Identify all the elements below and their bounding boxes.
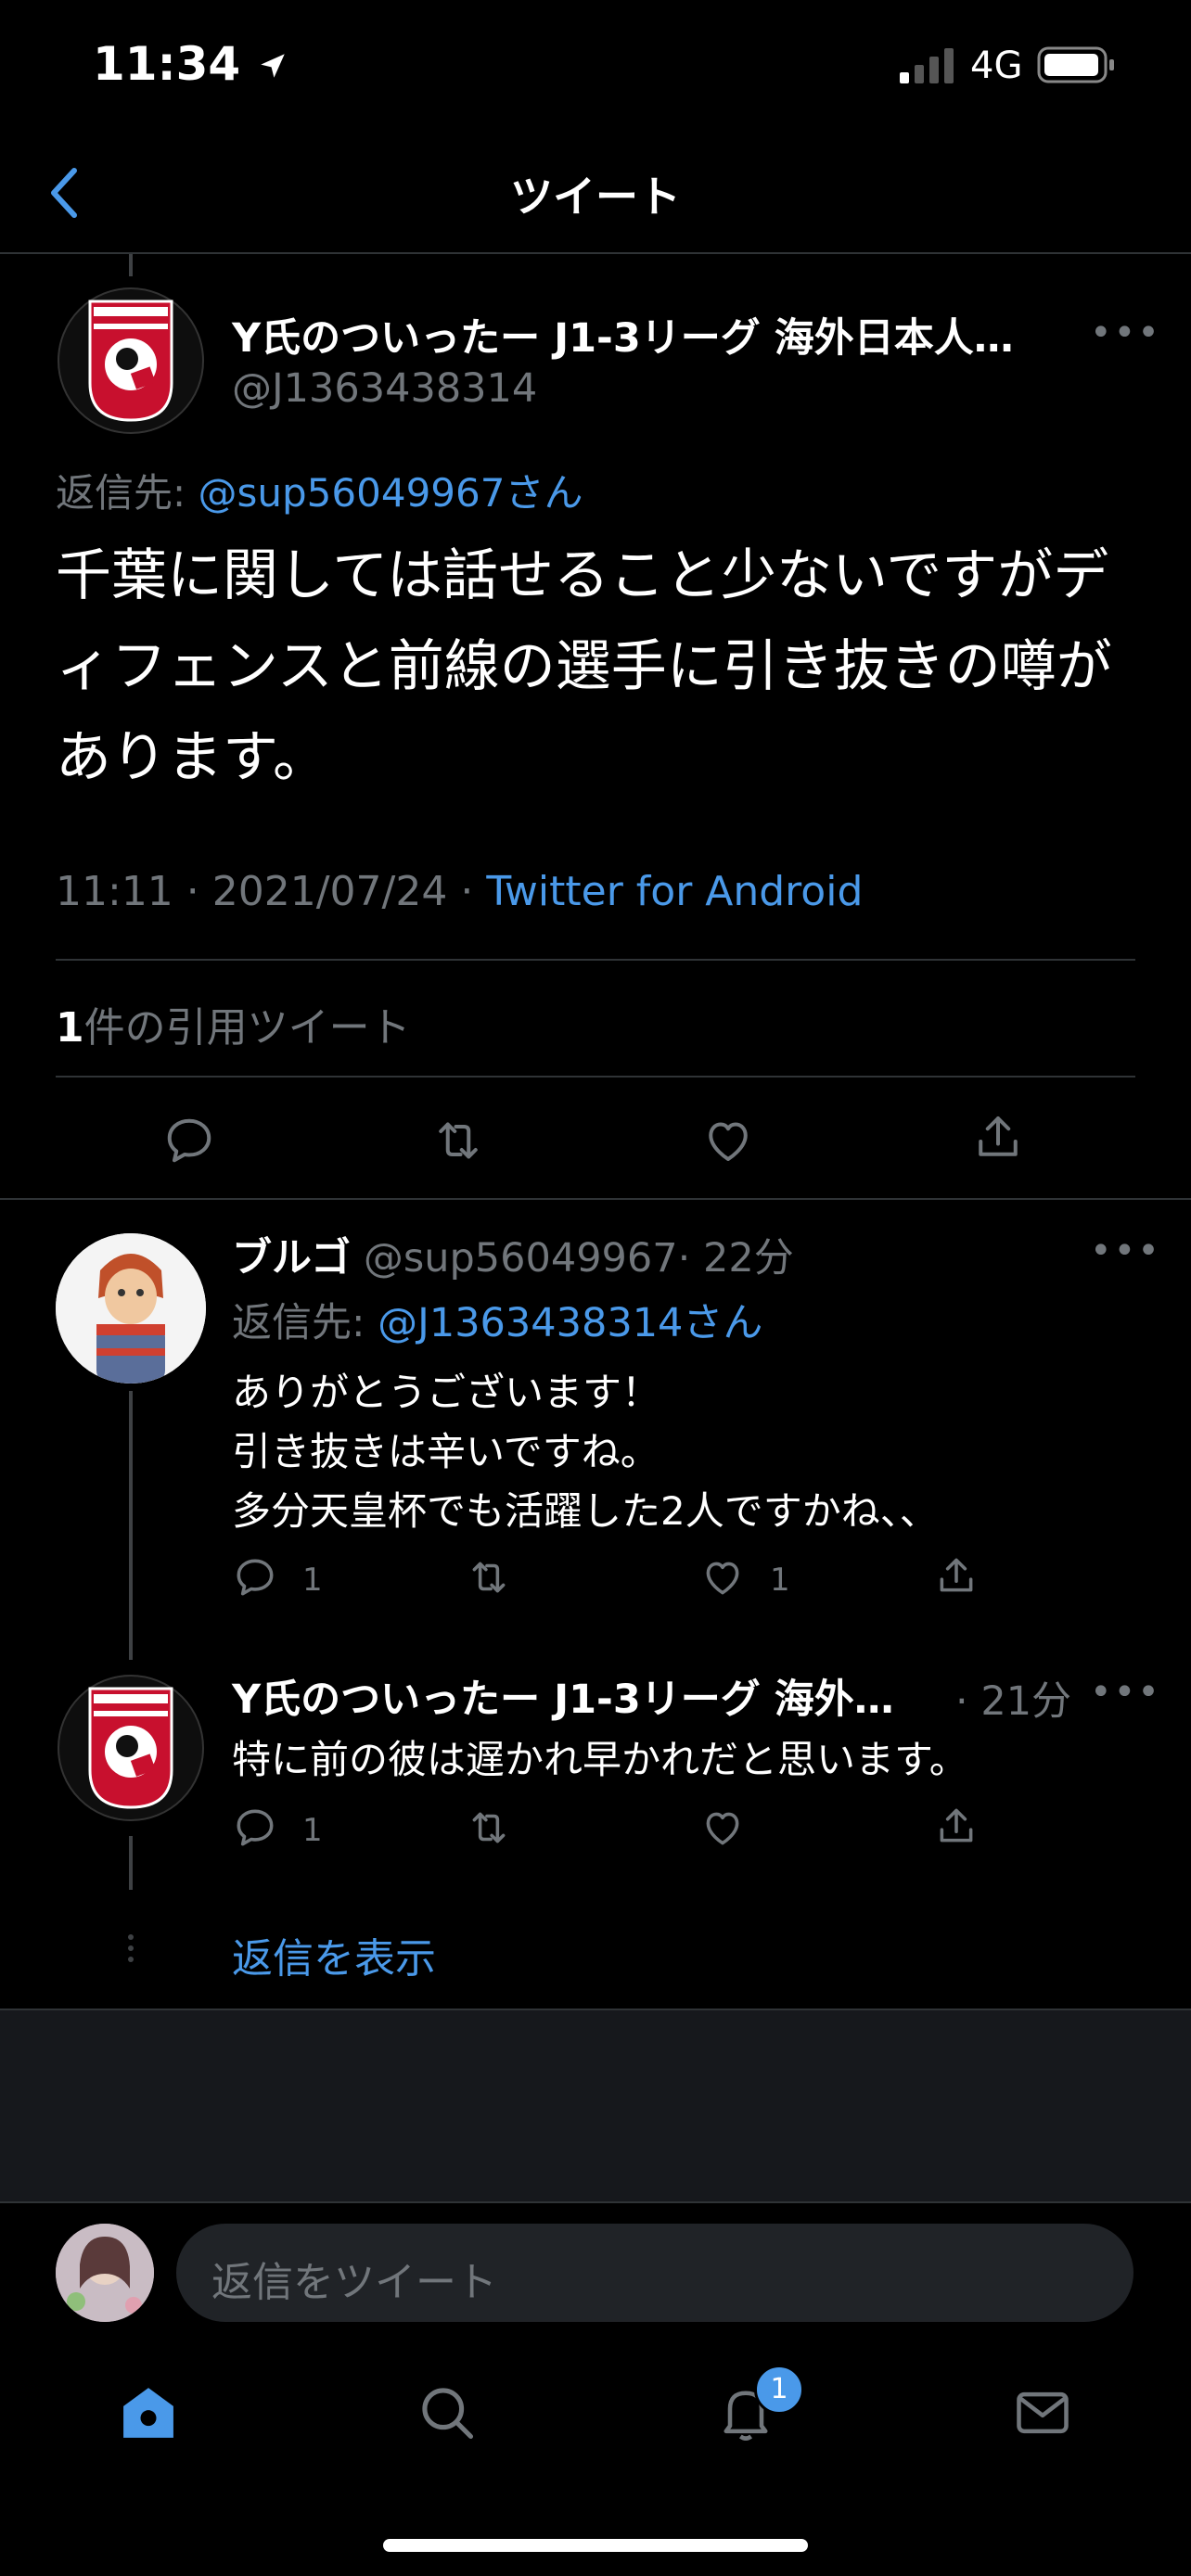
reply-text: 特に前の彼は遅かれ早かれだと思います。	[232, 1737, 968, 1782]
avatar[interactable]	[56, 1233, 206, 1384]
doll-avatar-icon	[56, 1233, 206, 1384]
jleague-logo-icon	[88, 300, 173, 422]
tweet-source-link[interactable]: Twitter for Android	[486, 868, 863, 915]
share-icon[interactable]	[933, 1552, 980, 1599]
like-count: 1	[770, 1562, 790, 1599]
messages-envelope-icon[interactable]	[1011, 2381, 1074, 2444]
avatar[interactable]	[58, 287, 204, 434]
home-icon[interactable]	[117, 2381, 180, 2444]
reply-header: ブルゴ @sup56049967· 22分	[232, 1226, 794, 1283]
location-arrow-icon	[260, 54, 285, 78]
empty-area	[0, 2010, 1191, 2201]
reply-to-handle-link[interactable]: @J1363438314さん	[378, 1300, 762, 1346]
tweet-text: 千葉に関しては話せること少ないですがディフェンスと前線の選手に引き抜きの噂があり…	[56, 543, 1112, 790]
header-divider	[0, 252, 1191, 254]
home-indicator	[383, 2539, 808, 2552]
author-name[interactable]: Y氏のついったー J1-3リーグ 海外日本人…	[232, 306, 1014, 363]
thread-line	[129, 254, 133, 276]
author-handle[interactable]: @J1363438314	[232, 365, 537, 412]
share-icon[interactable]	[970, 1109, 1026, 1165]
quote-tweets-link[interactable]: 1件の引用ツイート	[56, 994, 411, 1053]
retweet-icon[interactable]	[466, 1554, 512, 1600]
battery-icon	[1037, 46, 1114, 83]
tweet-metadata: 11:11 · 2021/07/24 · Twitter for Android	[56, 868, 863, 915]
author-name[interactable]: Y氏のついったー J1-3リーグ 海外…	[232, 1677, 894, 1723]
reply-icon[interactable]	[161, 1113, 217, 1168]
like-heart-icon[interactable]	[700, 1113, 756, 1168]
reply-count: 1	[302, 1562, 323, 1599]
reply-to-line: 返信先: @J1363438314さん	[232, 1291, 762, 1348]
reply-icon[interactable]	[232, 1804, 278, 1851]
like-heart-icon[interactable]	[699, 1804, 746, 1851]
reply-time: · 22分	[677, 1235, 794, 1282]
notification-badge: 1	[754, 2365, 804, 2415]
divider	[0, 2201, 1191, 2203]
more-options-icon[interactable]: •••	[1090, 1671, 1161, 1714]
retweet-icon[interactable]	[466, 1804, 512, 1851]
quote-count: 1	[56, 1004, 84, 1052]
author-handle[interactable]: @sup56049967	[364, 1235, 678, 1282]
divider	[56, 959, 1135, 961]
reply-to-handle-link[interactable]: @sup56049967さん	[198, 470, 583, 516]
reply-text: ありがとうございます！ 引き抜きは辛いですね。 多分天皇杯でも活躍した2人ですか…	[232, 1363, 939, 1541]
search-icon[interactable]	[416, 2381, 479, 2444]
more-options-icon[interactable]: •••	[1090, 312, 1161, 354]
share-icon[interactable]	[933, 1803, 980, 1849]
reply-text-line: ありがとうございます！	[232, 1370, 661, 1415]
thread-gap-dots	[127, 1934, 134, 1964]
reply-to-label: 返信先:	[232, 1300, 378, 1346]
more-options-icon[interactable]: •••	[1090, 1230, 1161, 1272]
reply-icon[interactable]	[232, 1554, 278, 1600]
author-name[interactable]: ブルゴ	[232, 1235, 351, 1282]
user-avatar-icon	[56, 2224, 154, 2322]
cellular-signal-icon	[900, 48, 954, 83]
retweet-icon[interactable]	[430, 1113, 486, 1168]
divider	[0, 2009, 1191, 2010]
reply-text-line: 引き抜きは辛いですね。	[232, 1429, 660, 1474]
thread-line	[129, 1391, 133, 1660]
page-title: ツイート	[510, 172, 681, 222]
quote-label: 件の引用ツイート	[83, 1004, 411, 1052]
like-heart-icon[interactable]	[699, 1554, 746, 1600]
reply-time: · 21分	[955, 1678, 1072, 1725]
avatar[interactable]	[58, 1675, 204, 1821]
status-time: 11:34	[93, 37, 288, 91]
divider	[0, 1198, 1191, 1200]
divider	[56, 1076, 1135, 1078]
network-type: 4G	[970, 45, 1023, 87]
composer-placeholder: 返信をツイート	[211, 2259, 497, 2306]
my-avatar[interactable]	[56, 2224, 154, 2322]
reply-text-line: 多分天皇杯でも活躍した2人ですかね、、	[232, 1488, 939, 1534]
tweet-timestamp: 11:11 · 2021/07/24 ·	[56, 868, 487, 915]
reply-to-line: 返信先: @sup56049967さん	[56, 462, 583, 518]
thread-line	[129, 1836, 133, 1890]
show-replies-link[interactable]: 返信を表示	[232, 1925, 436, 1984]
jleague-logo-icon	[88, 1687, 173, 1809]
reply-header: Y氏のついったー J1-3リーグ 海外…	[232, 1667, 894, 1725]
reply-count: 1	[302, 1812, 323, 1849]
reply-to-label: 返信先:	[56, 470, 198, 516]
